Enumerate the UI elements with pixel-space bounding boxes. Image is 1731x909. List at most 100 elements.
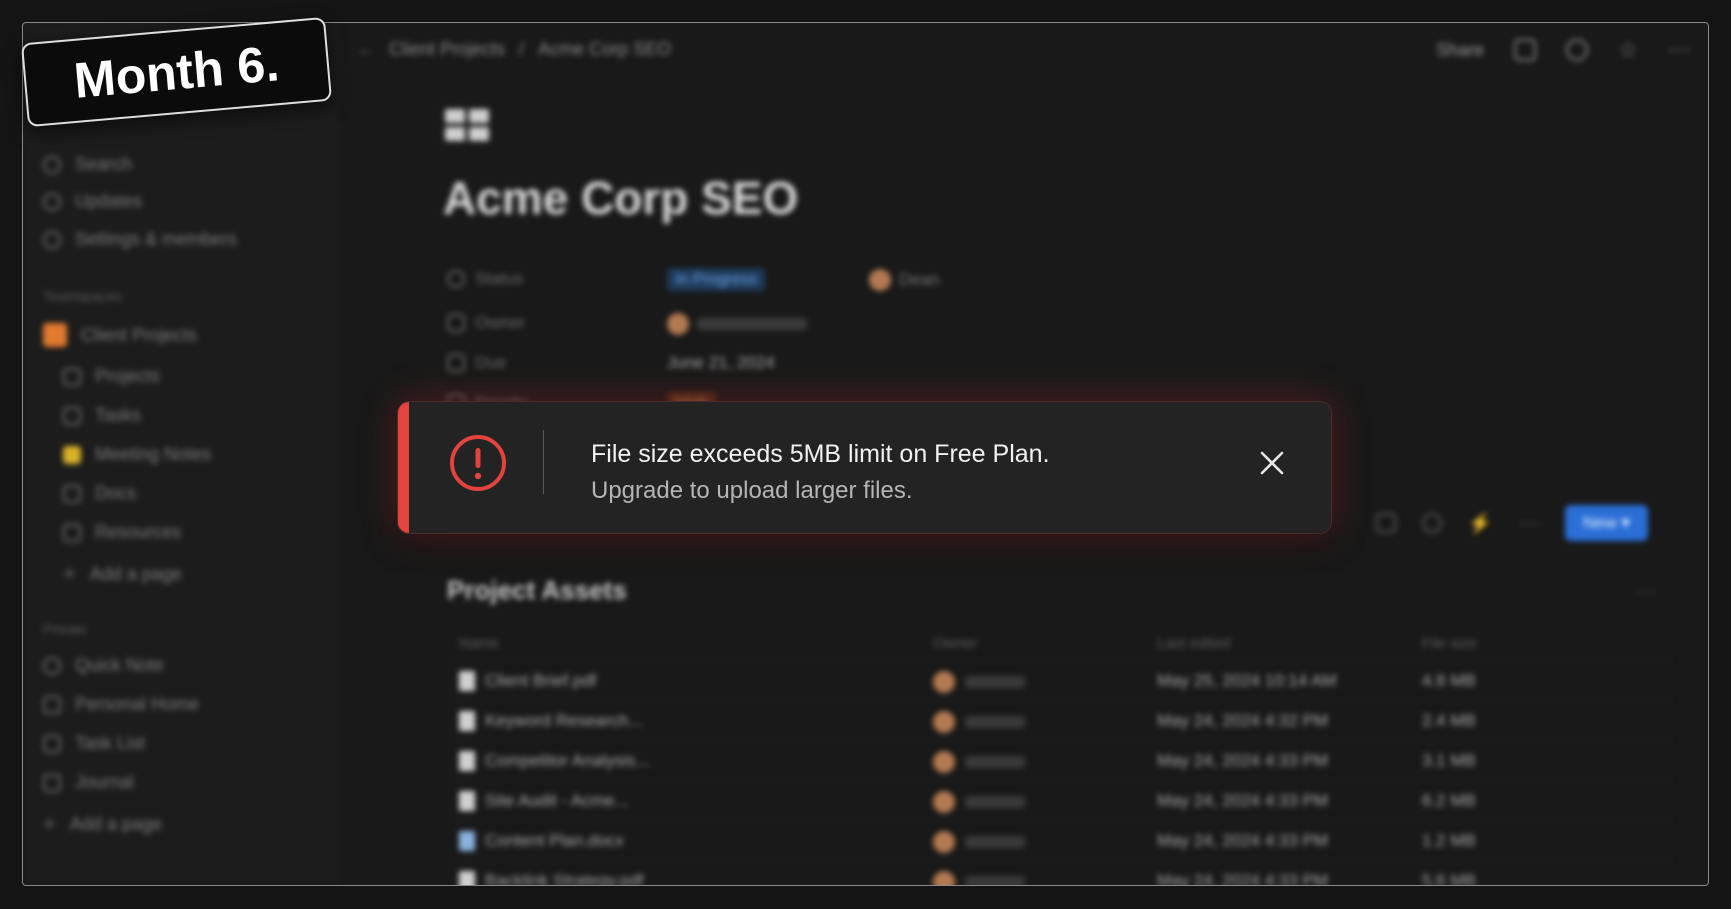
pdf-file-icon xyxy=(459,671,475,691)
sort-icon[interactable]: ⚡ xyxy=(1468,511,1493,536)
last-edited: May 24, 2024 4:33 PM xyxy=(1157,751,1329,770)
status-assignee[interactable]: Dean xyxy=(869,269,940,291)
breadcrumb-item-client-projects[interactable]: Client Projects xyxy=(389,39,505,60)
plus-icon: + xyxy=(43,811,56,836)
sidebar-item-journal[interactable]: Journal xyxy=(43,772,134,793)
status-icon xyxy=(447,270,465,288)
page-title[interactable]: Acme Corp SEO xyxy=(443,171,798,225)
new-button[interactable]: New ▾ xyxy=(1564,505,1648,541)
list-icon xyxy=(43,734,61,753)
owner-value[interactable] xyxy=(667,313,807,335)
pdf-file-icon xyxy=(459,751,475,771)
sidebar-item-add-page[interactable]: + Add a page xyxy=(63,561,182,587)
status-badge: In Progress xyxy=(667,268,765,291)
breadcrumb-separator: / xyxy=(519,39,525,59)
sidebar-item-client-projects[interactable]: Client Projects xyxy=(43,323,197,347)
teamspace-icon xyxy=(43,323,67,347)
gear-icon xyxy=(43,230,61,249)
board-icon xyxy=(63,367,81,386)
table-row[interactable]: Backlink Strategy.pdf May 24, 2024 4:33 … xyxy=(447,861,1672,886)
calendar-icon xyxy=(43,773,61,792)
table-row[interactable]: Content Plan.docx May 24, 2024 4:33 PM 1… xyxy=(447,821,1672,861)
avatar xyxy=(667,313,689,335)
table-row[interactable]: Competitor Analysis... May 24, 2024 4:33… xyxy=(447,741,1672,781)
topbar-actions: Share ☆ ⋯ xyxy=(1436,37,1690,63)
file-name: Client Brief.pdf xyxy=(485,671,597,690)
sticker-label: Month 6. xyxy=(71,35,282,109)
file-size: 5.6 MB xyxy=(1422,871,1476,886)
avatar xyxy=(933,751,955,773)
sidebar-item-meeting-notes[interactable]: Meeting Notes xyxy=(63,444,211,465)
filter-icon[interactable] xyxy=(1375,513,1396,533)
private-heading: Private xyxy=(43,621,87,637)
breadcrumb-item-current[interactable]: Acme Corp SEO xyxy=(538,39,671,60)
toast-title: File size exceeds 5MB limit on Free Plan… xyxy=(591,440,1050,468)
pdf-file-icon xyxy=(459,711,475,731)
file-name: Competitor Analysis... xyxy=(485,751,650,770)
avatar xyxy=(933,871,955,885)
sidebar-item-add-private-page[interactable]: + Add a page xyxy=(43,811,162,837)
owner-name-redacted xyxy=(965,796,1025,808)
avatar xyxy=(933,711,955,733)
more-icon[interactable]: ⋯ xyxy=(1519,511,1539,536)
close-icon[interactable] xyxy=(1259,450,1285,476)
column-header-last-edited[interactable]: Last edited xyxy=(1157,635,1230,652)
property-owner: Owner xyxy=(447,313,525,333)
file-size: 2.4 MB xyxy=(1422,711,1476,730)
owner-name-redacted xyxy=(965,716,1025,728)
column-header-owner[interactable]: Owner xyxy=(933,635,977,652)
sidebar-item-docs[interactable]: Docs xyxy=(63,483,136,504)
home-icon xyxy=(43,695,61,714)
last-edited: May 24, 2024 4:33 PM xyxy=(1157,871,1329,886)
file-name: Site Audit - Acme... xyxy=(485,791,629,810)
status-value[interactable]: In Progress xyxy=(667,268,765,291)
sidebar-item-updates[interactable]: Updates xyxy=(43,191,142,212)
sidebar-item-resources[interactable]: Resources xyxy=(63,522,181,543)
file-name: Content Plan.docx xyxy=(485,831,624,850)
table-row[interactable]: Client Brief.pdf May 25, 2024 10:14 AM 4… xyxy=(447,661,1672,701)
calendar-icon xyxy=(447,354,465,372)
due-value[interactable]: June 21, 2024 xyxy=(667,353,775,373)
sidebar-item-search[interactable]: Search xyxy=(43,154,132,175)
avatar xyxy=(933,791,955,813)
avatar xyxy=(933,831,955,853)
column-header-file-size[interactable]: File size xyxy=(1422,635,1477,652)
file-name: Keyword Research... xyxy=(485,711,643,730)
share-button[interactable]: Share xyxy=(1436,40,1484,61)
owner-name-redacted xyxy=(697,318,807,330)
last-edited: May 24, 2024 4:32 PM xyxy=(1157,711,1329,730)
teamspaces-heading: Teamspaces xyxy=(43,288,122,304)
sidebar-item-settings[interactable]: Settings & members xyxy=(43,229,237,250)
owner-name-redacted xyxy=(965,756,1025,768)
column-header-name[interactable]: Name xyxy=(459,635,499,652)
sidebar-item-quick-note[interactable]: Quick Note xyxy=(43,655,164,676)
avatar xyxy=(933,671,955,693)
people-icon xyxy=(447,314,465,332)
more-icon[interactable]: ⋯ xyxy=(1668,37,1690,63)
search-icon[interactable] xyxy=(1421,513,1442,533)
last-edited: May 24, 2024 4:33 PM xyxy=(1157,831,1329,850)
sidebar-item-projects[interactable]: Projects xyxy=(63,366,160,387)
table-row[interactable]: Site Audit - Acme... May 24, 2024 4:33 P… xyxy=(447,781,1672,821)
checkbox-icon xyxy=(63,406,81,425)
doc-file-icon xyxy=(459,831,475,851)
history-icon[interactable] xyxy=(1566,39,1589,61)
sidebar-item-task-list[interactable]: Task List xyxy=(43,733,145,754)
page-icon xyxy=(63,484,81,503)
sidebar: Search Updates Settings & members Teamsp… xyxy=(23,23,338,885)
table-row[interactable]: Keyword Research... May 24, 2024 4:32 PM… xyxy=(447,701,1672,741)
pin-icon xyxy=(43,656,61,675)
sidebar-item-personal-home[interactable]: Personal Home xyxy=(43,694,199,715)
section-more-icon[interactable]: ⋯ xyxy=(1636,579,1656,604)
note-icon xyxy=(63,445,81,464)
assets-table: Name Owner Last edited File size Client … xyxy=(447,625,1672,886)
pdf-file-icon xyxy=(459,871,475,885)
plus-icon: + xyxy=(63,561,76,586)
owner-name-redacted xyxy=(965,876,1025,885)
view-toolbar: ⚡ ⋯ New ▾ xyxy=(1375,505,1648,541)
back-arrow-icon[interactable]: ← xyxy=(357,39,375,60)
comment-icon[interactable] xyxy=(1514,39,1537,61)
sidebar-item-tasks[interactable]: Tasks xyxy=(63,405,141,426)
star-icon[interactable]: ☆ xyxy=(1618,37,1638,63)
table-header: Name Owner Last edited File size xyxy=(447,625,1672,661)
